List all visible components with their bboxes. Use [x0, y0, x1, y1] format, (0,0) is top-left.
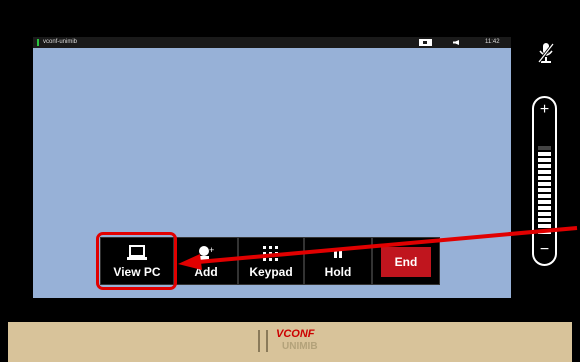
volume-bar	[538, 188, 551, 192]
logo-mark	[258, 330, 268, 352]
add-participant-icon: +	[195, 245, 217, 266]
status-bar: vconf-unimib 11:42	[33, 37, 511, 48]
volume-bar	[538, 230, 551, 234]
hold-button[interactable]: Hold	[304, 237, 372, 285]
volume-up-icon[interactable]: +	[534, 102, 555, 118]
volume-bar	[538, 164, 551, 168]
site-name: vconf-unimib	[43, 39, 78, 45]
logo-line2: UNIMIB	[282, 341, 318, 352]
add-label: Add	[194, 265, 218, 279]
logo-line1: VCONF	[276, 328, 315, 340]
keypad-label: Keypad	[249, 265, 293, 279]
mic-mute-icon[interactable]	[537, 42, 555, 69]
volume-bar	[538, 182, 551, 186]
camera-icon	[419, 39, 432, 46]
hold-label: Hold	[324, 265, 352, 279]
end-label: End	[381, 247, 431, 277]
volume-bar	[538, 224, 551, 228]
volume-bar	[538, 194, 551, 198]
volume-bar	[538, 200, 551, 204]
add-button[interactable]: + Add	[174, 237, 238, 285]
vconf-logo: VCONF UNIMIB	[258, 328, 328, 358]
volume-bar	[538, 176, 551, 180]
volume-bar	[538, 206, 551, 210]
connection-indicator	[37, 39, 39, 46]
clock: 11:42	[485, 39, 500, 45]
laptop-icon	[126, 245, 148, 266]
volume-down-icon[interactable]: −	[534, 242, 555, 258]
svg-text:+: +	[209, 245, 214, 255]
volume-bar	[538, 218, 551, 222]
volume-bar	[538, 146, 551, 150]
pause-icon	[327, 245, 349, 266]
keypad-button[interactable]: Keypad	[238, 237, 304, 285]
end-call-button[interactable]: End	[372, 237, 440, 285]
view-pc-label: View PC	[113, 265, 161, 279]
volume-bar	[538, 152, 551, 156]
keypad-icon	[260, 245, 282, 266]
volume-level	[538, 146, 551, 238]
volume-bar	[538, 170, 551, 174]
speaker-icon	[453, 40, 459, 45]
volume-bar	[538, 212, 551, 216]
view-pc-button[interactable]: View PC	[100, 237, 174, 285]
volume-slider[interactable]: + −	[532, 96, 557, 266]
volume-bar	[538, 158, 551, 162]
device-frame: vconf-unimib 11:42 View PC + Add Keypad …	[0, 0, 580, 362]
